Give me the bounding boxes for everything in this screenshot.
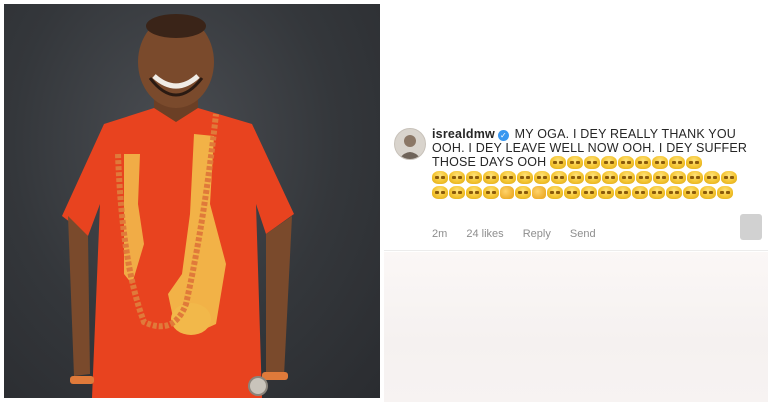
grimacing-face-icon — [483, 171, 499, 185]
scroll-handle[interactable] — [740, 214, 762, 240]
reply-button[interactable]: Reply — [523, 228, 551, 240]
grimacing-face-icon — [449, 186, 465, 200]
grimacing-face-icon — [653, 171, 669, 185]
thumbs-up-icon — [500, 186, 514, 200]
grimacing-face-icon — [466, 171, 482, 185]
grimacing-face-icon — [551, 171, 567, 185]
man-portrait-illustration — [62, 14, 294, 398]
emoji-row — [432, 185, 754, 200]
grimacing-face-icon — [683, 186, 699, 200]
avatar-icon — [399, 135, 421, 159]
grimacing-face-icon — [669, 156, 686, 170]
grimacing-face-icon — [670, 171, 686, 185]
grimacing-face-icon — [632, 186, 648, 200]
grimacing-face-icon — [547, 186, 563, 200]
comment-panel: isrealdmw ✓ MY OGA. I DEY REALLY THANK YO… — [384, 0, 768, 402]
comment-meta: 2m 24 likes Reply Send — [432, 228, 612, 240]
grimacing-face-icon — [534, 171, 550, 185]
grimacing-face-icon — [432, 171, 448, 185]
grimacing-face-icon — [717, 186, 733, 200]
grimacing-face-icon — [619, 171, 635, 185]
grimacing-face-icon — [602, 171, 618, 185]
grimacing-face-icon — [666, 186, 682, 200]
grimacing-face-icon — [585, 171, 601, 185]
grimacing-face-icon — [564, 186, 580, 200]
wristwatch — [248, 376, 268, 396]
grimacing-face-icon — [618, 156, 635, 170]
grimacing-face-icon — [704, 171, 720, 185]
grimacing-face-icon — [700, 186, 716, 200]
grimacing-face-icon — [517, 171, 533, 185]
comment-body: isrealdmw ✓ MY OGA. I DEY REALLY THANK YO… — [432, 127, 754, 200]
grimacing-face-icon — [500, 171, 516, 185]
comment-time: 2m — [432, 228, 448, 240]
emoji-row — [432, 170, 754, 185]
grimacing-face-icon — [449, 171, 465, 185]
grimacing-face-icon — [483, 186, 499, 200]
grimacing-face-icon — [567, 156, 584, 170]
grimacing-face-icon — [615, 186, 631, 200]
send-button[interactable]: Send — [570, 228, 596, 240]
grimacing-face-icon — [581, 186, 597, 200]
grimacing-face-icon — [466, 186, 482, 200]
empty-area — [384, 252, 768, 402]
avatar[interactable] — [394, 128, 426, 160]
grimacing-face-icon — [432, 186, 448, 200]
thumbs-up-icon — [532, 186, 546, 200]
grimacing-face-icon — [721, 171, 737, 185]
orange-shirt — [62, 108, 294, 398]
grimacing-face-icon — [636, 171, 652, 185]
grimacing-face-icon — [584, 156, 601, 170]
post-photo — [4, 4, 380, 398]
grimacing-face-icon — [568, 171, 584, 185]
grimacing-face-icon — [601, 156, 618, 170]
comment-username[interactable]: isrealdmw — [432, 127, 495, 141]
emoji-row-inline — [550, 155, 703, 170]
like-count[interactable]: 24 likes — [466, 228, 503, 240]
verified-badge-icon: ✓ — [497, 130, 509, 141]
grimacing-face-icon — [598, 186, 614, 200]
divider — [384, 250, 768, 251]
grimacing-face-icon — [652, 156, 669, 170]
grimacing-face-icon — [649, 186, 665, 200]
grimacing-face-icon — [550, 156, 567, 170]
grimacing-face-icon — [515, 186, 531, 200]
grimacing-face-icon — [635, 156, 652, 170]
grimacing-face-icon — [686, 156, 703, 170]
grimacing-face-icon — [687, 171, 703, 185]
